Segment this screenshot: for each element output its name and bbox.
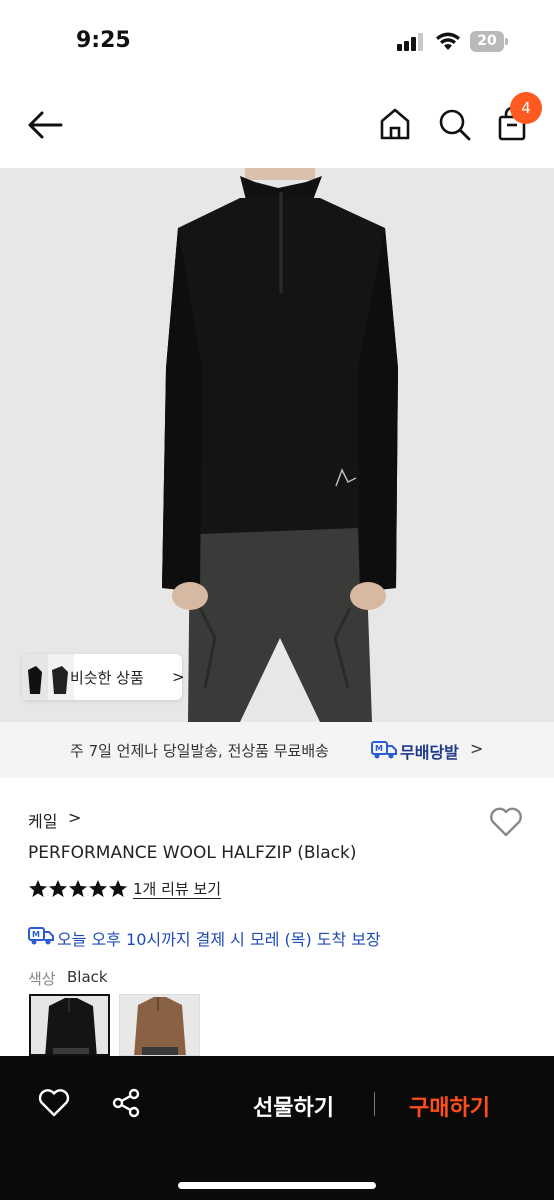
svg-text:M: M [375,744,383,753]
chevron-right-icon: > [68,808,82,827]
color-label: 색상 [28,970,56,988]
chevron-right-icon: > [470,739,484,758]
review-link[interactable]: 1개 리뷰 보기 [133,880,222,899]
cellular-signal-icon [397,33,423,51]
gift-button[interactable]: 선물하기 [253,1090,334,1122]
battery-icon: 20 [470,31,508,52]
similar-products-thumbnails [22,654,74,700]
truck-icon: M [371,741,397,759]
similar-products-label: 비슷한 상품 [70,669,144,687]
free-shipping-badge: 무배당발 [400,743,459,762]
cart-count-badge: 4 [510,92,542,124]
similar-products-button[interactable]: 비슷한 상품 > [22,654,185,700]
wishlist-heart-icon[interactable] [488,806,524,838]
svg-text:M: M [32,930,40,939]
brand-link[interactable]: 케일 [28,808,57,832]
color-swatch-black[interactable] [29,994,110,1056]
rating-stars [29,880,127,897]
product-photo [162,168,398,722]
share-icon[interactable] [110,1087,142,1119]
delivery-guarantee-text: 오늘 오후 10시까지 결제 시 모레 (목) 도착 보장 [57,930,381,949]
chevron-right-icon: > [172,668,185,686]
status-bar: 9:25 20 [0,0,554,80]
top-nav: 4 [0,80,554,168]
product-name: PERFORMANCE WOOL HALFZIP (Black) [28,843,357,863]
search-icon[interactable] [436,106,472,142]
shipping-banner[interactable]: 주 7일 언제나 당일발송, 전상품 무료배송 M 무배당발 > [0,722,554,778]
color-swatch-brown[interactable] [119,994,200,1056]
shipping-text: 주 7일 언제나 당일발송, 전상품 무료배송 [70,742,329,760]
truck-icon: M [28,927,54,945]
home-icon[interactable] [377,106,413,142]
bottom-action-bar: 선물하기 구매하기 [0,1056,554,1200]
back-arrow-icon[interactable] [24,106,66,144]
wishlist-heart-icon[interactable] [37,1088,71,1118]
product-image[interactable]: 비슷한 상품 > [0,168,554,722]
divider [374,1092,375,1116]
home-indicator [178,1182,376,1189]
wifi-icon [436,32,460,50]
status-time: 9:25 [76,28,131,53]
color-value: Black [67,968,108,986]
battery-level: 20 [470,31,504,52]
buy-button[interactable]: 구매하기 [409,1090,490,1122]
